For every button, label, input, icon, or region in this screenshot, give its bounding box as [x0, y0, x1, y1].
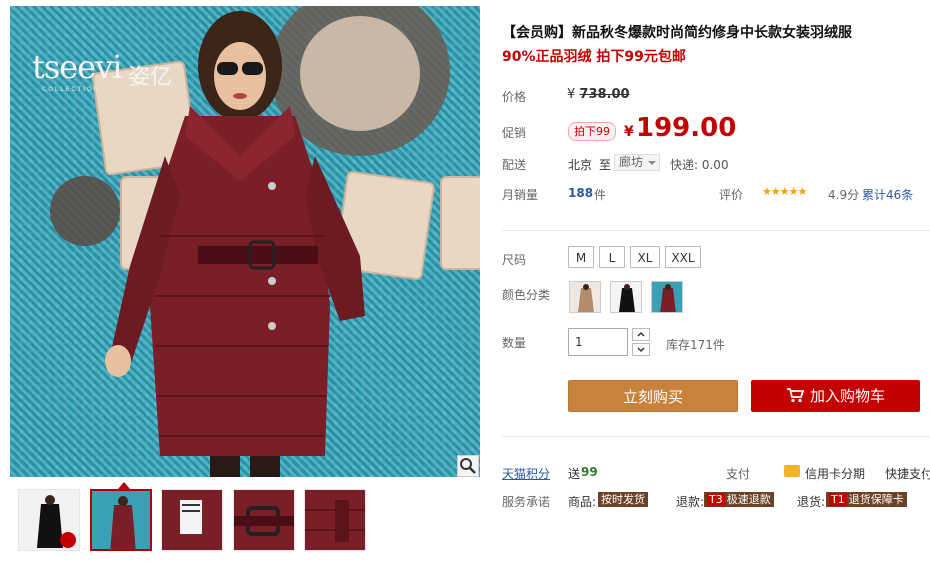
size-option-xxl[interactable]: XXL [665, 246, 701, 268]
promo-label: 促销 [502, 126, 527, 140]
shipping-label: 配送 [502, 158, 527, 172]
promo-tag: 拍下99 [568, 122, 616, 141]
service-return-label: 退货: [797, 495, 826, 509]
points-value: 99 [581, 465, 598, 479]
chevron-down-icon [648, 161, 656, 165]
color-label: 颜色分类 [502, 288, 551, 302]
buy-now-button[interactable]: 立刻购买 [568, 380, 738, 412]
product-subtitle: 90%正品羽绒 拍下99元包邮 [502, 49, 686, 65]
service-refund-label: 退款: [676, 495, 705, 509]
refund-code: T3 [707, 493, 725, 506]
brand-subtitle: COLLECTION [42, 86, 101, 93]
size-option-l[interactable]: L [599, 246, 625, 268]
return-guarantee-badge[interactable]: T1 退货保障卡 [826, 492, 907, 507]
monthly-sales-label: 月销量 [502, 188, 539, 202]
thumbnail-4[interactable] [233, 489, 295, 551]
destination-city-select[interactable]: 廊坊 [614, 154, 660, 171]
price-label: 价格 [502, 90, 527, 104]
payment-label: 支付 [726, 467, 751, 481]
points-prefix: 送 [568, 467, 581, 481]
on-time-shipping-badge[interactable]: 按时发货 [598, 492, 648, 507]
thumbnail-5[interactable] [304, 489, 366, 551]
rating-label: 评价 [719, 188, 744, 202]
credit-card-icon [784, 465, 800, 477]
service-goods-label: 商品: [568, 495, 597, 509]
size-option-m[interactable]: M [568, 246, 594, 268]
quantity-input[interactable] [568, 328, 628, 356]
monthly-sales-count: 188 [568, 186, 594, 200]
current-price: 199.00 [636, 113, 737, 143]
zoom-button[interactable] [457, 455, 479, 477]
color-option-2[interactable] [610, 281, 642, 313]
chevron-up-icon [637, 331, 645, 337]
tmall-points-link[interactable]: 天猫积分 [502, 465, 550, 482]
color-option-3[interactable] [651, 281, 683, 313]
rating-stars: ★★★★★ [762, 185, 807, 198]
cart-icon [786, 388, 805, 403]
thumbnail-selected-indicator [118, 482, 130, 489]
color-option-1[interactable] [569, 281, 601, 313]
divider [502, 436, 930, 437]
original-price-value: 738.00 [579, 87, 630, 102]
divider [502, 230, 930, 231]
ship-from: 北京 [568, 158, 593, 172]
size-option-xl[interactable]: XL [630, 246, 660, 268]
chevron-down-icon [637, 347, 645, 353]
price-symbol: ¥ [624, 124, 634, 140]
monthly-sales-unit: 件 [594, 188, 607, 202]
credit-installment: 信用卡分期 [805, 467, 866, 481]
shipping-fee: 快递: 0.00 [670, 158, 729, 172]
size-label: 尺码 [502, 253, 527, 267]
fast-refund-badge[interactable]: T3 极速退款 [704, 492, 774, 507]
ship-to-word: 至 [599, 158, 612, 172]
add-to-cart-button[interactable]: 加入购物车 [751, 380, 920, 412]
return-code: T1 [829, 493, 847, 506]
add-to-cart-label: 加入购物车 [809, 387, 885, 405]
service-label: 服务承诺 [502, 495, 551, 509]
quantity-decrease-button[interactable] [632, 343, 650, 356]
product-title: 【会员购】新品秋冬爆款时尚简约修身中长款女装羽绒服 [502, 25, 852, 41]
stock-count: 库存171件 [666, 338, 725, 352]
express-payment: 快捷支付 [885, 467, 930, 481]
quantity-label: 数量 [502, 336, 527, 350]
wall-poster [440, 176, 480, 270]
brand-logo: tseevi [32, 48, 122, 86]
thumbnail-3[interactable] [161, 489, 223, 551]
thumbnail-1[interactable] [18, 489, 80, 551]
magnifier-icon [460, 458, 476, 474]
brand-logo-cn: 姿亿 [128, 65, 173, 90]
refund-tag: 极速退款 [726, 493, 771, 506]
review-count-link[interactable]: 累计46条 [862, 186, 913, 203]
rating-score: 4.9分 [828, 188, 860, 202]
main-product-image[interactable]: tseevi 姿亿 COLLECTION [10, 6, 480, 477]
original-price-symbol: ¥ [567, 87, 576, 102]
original-price: ¥ 738.00 [567, 87, 630, 102]
return-tag: 退货保障卡 [848, 493, 904, 506]
thumbnail-2[interactable] [90, 489, 152, 551]
quantity-increase-button[interactable] [632, 328, 650, 341]
destination-city: 廊坊 [619, 155, 644, 169]
